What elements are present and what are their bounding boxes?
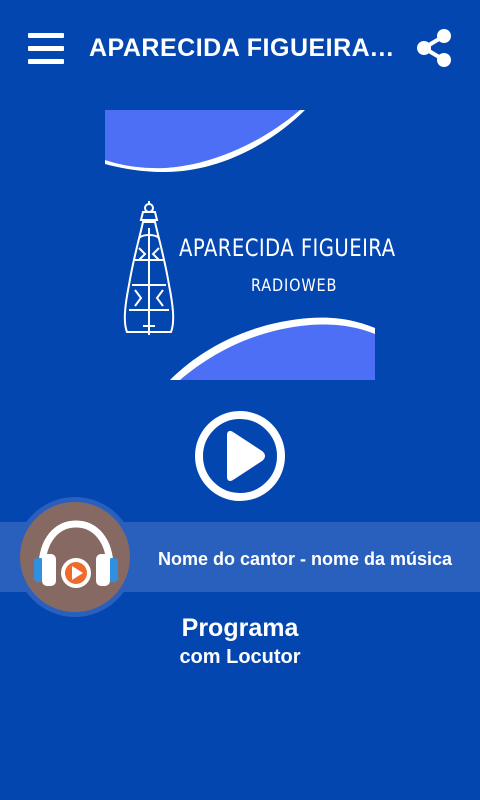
share-icon[interactable] bbox=[414, 28, 454, 68]
program-host: com Locutor bbox=[179, 646, 301, 668]
play-icon bbox=[195, 411, 285, 501]
play-button[interactable] bbox=[194, 410, 286, 502]
app-title: APARECIDA FIGUEIRA ... bbox=[89, 34, 399, 62]
logo-subtitle: RADIOWEB bbox=[251, 276, 338, 296]
station-logo: APARECIDA FIGUEIRA RADIOWEB bbox=[105, 110, 395, 380]
headphones-icon bbox=[33, 518, 119, 596]
program-title: Programa bbox=[181, 614, 299, 642]
track-info: Nome do cantor - nome da música bbox=[157, 549, 453, 569]
logo-title: APARECIDA FIGUEIRA bbox=[179, 234, 396, 262]
app-bar: APARECIDA FIGUEIRA ... bbox=[0, 0, 480, 100]
menu-icon[interactable] bbox=[28, 33, 64, 65]
